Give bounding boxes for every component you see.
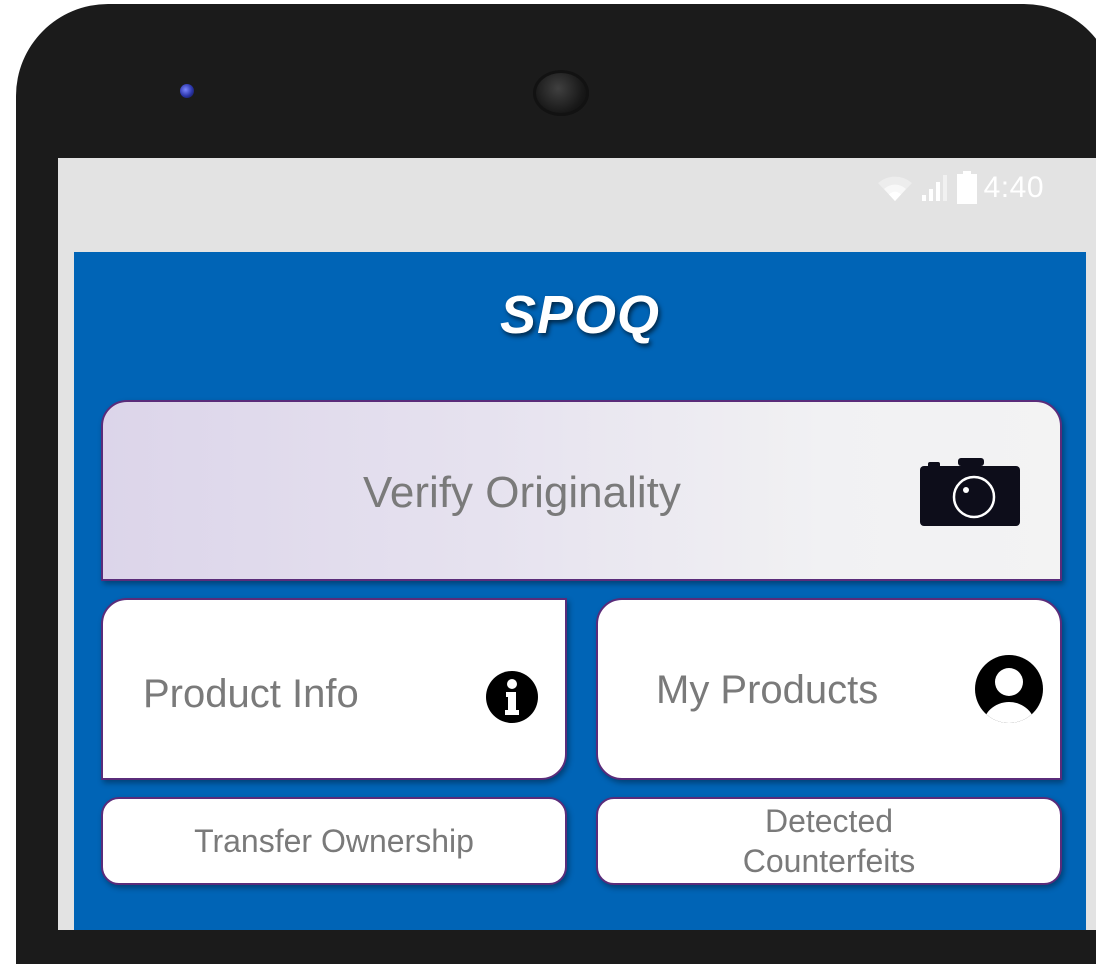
app-title: SPOQ — [499, 285, 661, 345]
front-camera — [533, 70, 589, 116]
wifi-icon — [877, 176, 912, 201]
product-info-label: Product Info — [143, 672, 359, 716]
product-info-button[interactable]: Product Info — [101, 598, 567, 780]
status-bar: 4:40 — [876, 168, 1044, 208]
detected-counterfeits-line2: Counterfeits — [742, 843, 916, 879]
camera-icon — [920, 458, 1020, 526]
transfer-ownership-button[interactable]: Transfer Ownership — [101, 797, 567, 885]
info-icon — [486, 671, 538, 723]
detected-counterfeits-button[interactable]: Detected Counterfeits — [596, 797, 1062, 885]
detected-counterfeits-line1: Detected — [764, 803, 894, 839]
cell-signal-icon — [921, 175, 947, 201]
my-products-label: My Products — [656, 668, 879, 712]
user-icon — [975, 655, 1043, 723]
verify-originality-button[interactable]: Verify Originality — [101, 400, 1062, 581]
transfer-ownership-label: Transfer Ownership — [194, 823, 474, 859]
battery-icon — [956, 171, 977, 204]
detected-counterfeits-label: Detected Counterfeits — [598, 801, 1060, 881]
verify-originality-label: Verify Originality — [363, 468, 681, 517]
status-time: 4:40 — [983, 171, 1044, 204]
my-products-button[interactable]: My Products — [596, 598, 1062, 780]
front-sensor — [180, 84, 194, 98]
